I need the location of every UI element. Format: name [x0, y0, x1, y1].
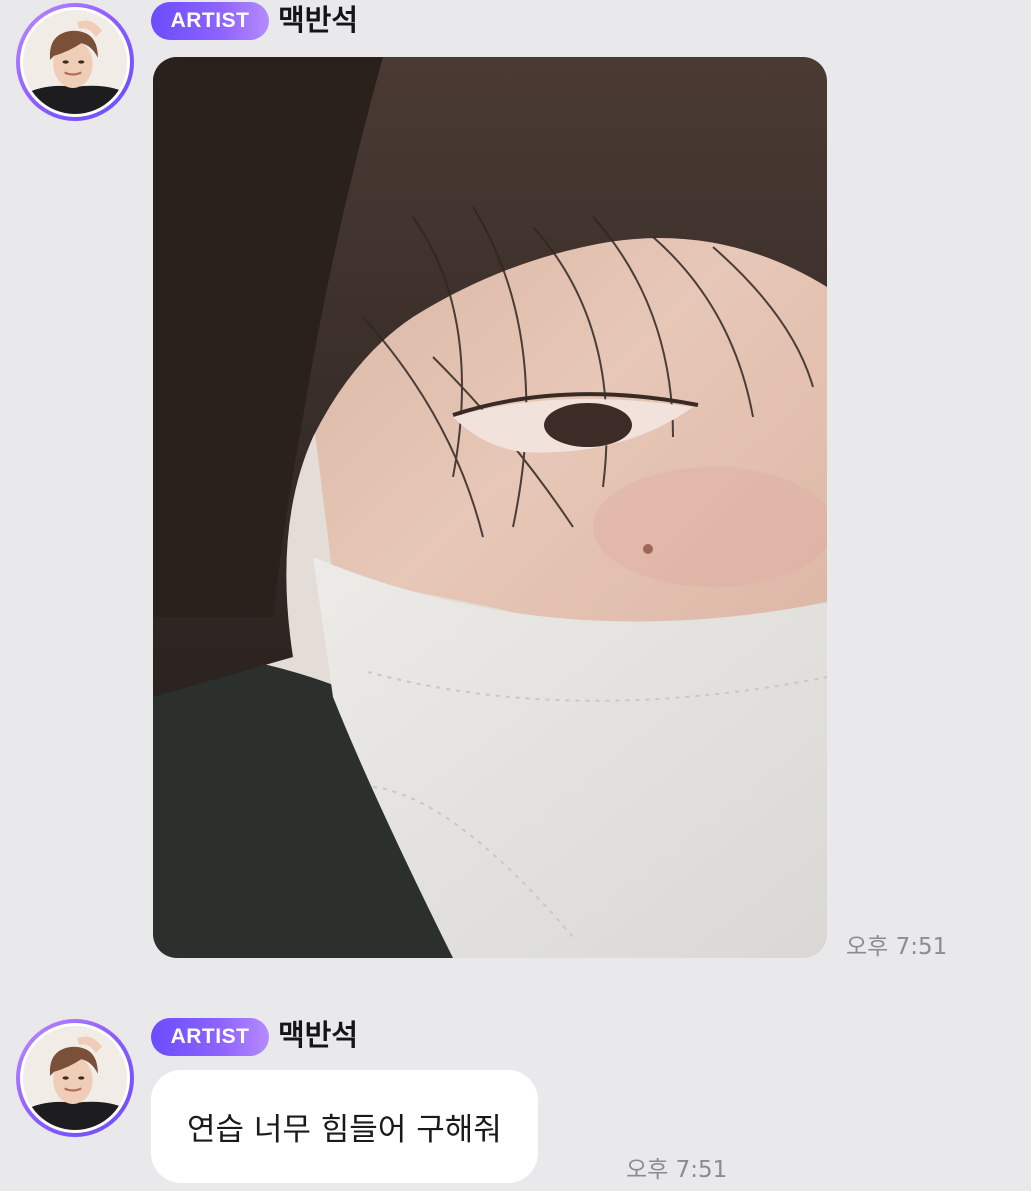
message-bubble[interactable]: 연습 너무 힘들어 구해줘: [151, 1070, 538, 1183]
artist-badge: ARTIST: [151, 2, 269, 40]
artist-badge: ARTIST: [151, 1018, 269, 1056]
message-timestamp: 오후 7:51: [846, 934, 948, 960]
sender-name: 맥반석: [278, 3, 359, 37]
sender-avatar[interactable]: [16, 3, 134, 121]
sender-name: 맥반석: [278, 1018, 359, 1052]
message-timestamp: 오후 7:51: [626, 1157, 728, 1183]
sender-avatar[interactable]: [16, 1019, 134, 1137]
avatar-photo: [20, 1023, 130, 1133]
message-text: 연습 너무 힘들어 구해줘: [187, 1112, 502, 1148]
avatar-photo: [20, 7, 130, 117]
message-photo[interactable]: [153, 57, 827, 958]
